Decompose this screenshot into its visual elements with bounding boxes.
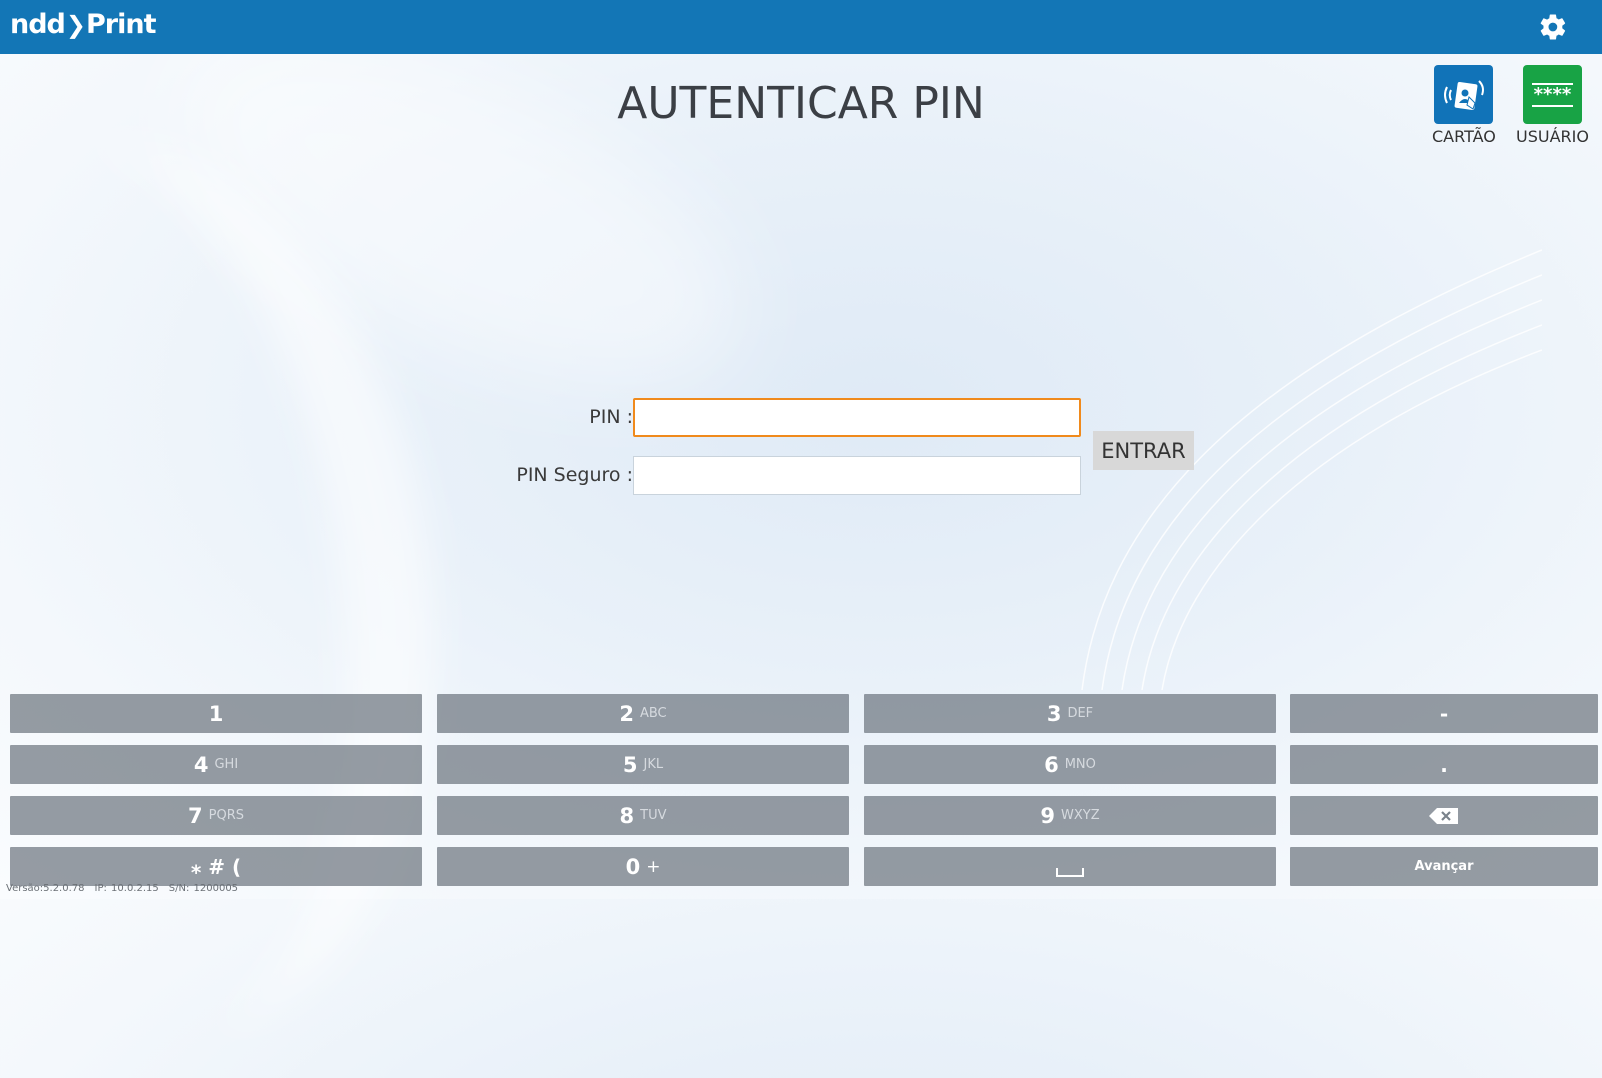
gear-icon[interactable] bbox=[1538, 12, 1568, 42]
ndd-print-logo: ndd❯Print bbox=[10, 9, 156, 40]
key-7[interactable]: 7 PQRS bbox=[10, 796, 422, 835]
key-digit: 3 bbox=[1046, 701, 1062, 726]
top-bar: ndd❯Print bbox=[0, 0, 1602, 54]
user-auth-button[interactable]: **** USUÁRIO bbox=[1516, 65, 1589, 146]
key-8[interactable]: 8 TUV bbox=[437, 796, 849, 835]
key-letters: ABC bbox=[639, 706, 667, 721]
key-digit: 9 bbox=[1040, 803, 1055, 828]
key-symbol: - bbox=[1439, 701, 1449, 726]
pin-input[interactable] bbox=[633, 398, 1081, 437]
pin-label: PIN : bbox=[589, 406, 633, 428]
pin-secure-input[interactable] bbox=[633, 456, 1081, 495]
key-symbol: . bbox=[1440, 752, 1448, 777]
key-6[interactable]: 6 MNO bbox=[864, 745, 1276, 784]
serial-text: S/N: 1200005 bbox=[168, 883, 239, 894]
key-4[interactable]: 4 GHI bbox=[10, 745, 422, 784]
key-letters: DEF bbox=[1067, 706, 1094, 721]
key-digit: 1 bbox=[208, 701, 224, 726]
key-9[interactable]: 9 WXYZ bbox=[864, 796, 1276, 835]
key-digit: 4 bbox=[193, 752, 209, 777]
logo-ndd-text: ndd bbox=[10, 9, 66, 40]
logo-print-text: Print bbox=[86, 9, 156, 40]
key-backspace[interactable] bbox=[1290, 796, 1598, 835]
key-1[interactable]: 1 bbox=[10, 694, 422, 733]
user-auth-label: USUÁRIO bbox=[1516, 127, 1589, 146]
key-digit: 8 bbox=[619, 803, 635, 828]
card-auth-label: CARTÃO bbox=[1432, 127, 1496, 146]
key-letters: WXYZ bbox=[1061, 808, 1100, 823]
card-reader-icon bbox=[1434, 65, 1494, 124]
page-title: AUTENTICAR PIN bbox=[617, 78, 985, 129]
key-symbol: ⁎ # ( bbox=[190, 854, 242, 879]
key-digit: 0 bbox=[625, 854, 641, 879]
key-letters: PQRS bbox=[208, 808, 244, 823]
version-text: Versão:5.2.0.78 bbox=[6, 883, 85, 894]
key-letters: + bbox=[646, 856, 661, 877]
key-advance-label: Avançar bbox=[1414, 859, 1474, 874]
space-icon bbox=[1056, 867, 1084, 877]
key-advance[interactable]: Avançar bbox=[1290, 847, 1598, 886]
pin-secure-label: PIN Seguro : bbox=[516, 464, 633, 486]
key-letters: MNO bbox=[1064, 757, 1096, 772]
key-digit: 7 bbox=[188, 803, 203, 828]
backspace-icon bbox=[1429, 807, 1458, 824]
key-symbols[interactable]: ⁎ # ( bbox=[10, 847, 422, 886]
key-dash[interactable]: - bbox=[1290, 694, 1598, 733]
key-digit: 6 bbox=[1044, 752, 1059, 777]
password-icon: **** bbox=[1522, 65, 1582, 124]
card-auth-button[interactable]: CARTÃO bbox=[1432, 65, 1496, 146]
footer-info: Versão:5.2.0.78 IP: 10.0.2.15 S/N: 1200005 bbox=[6, 883, 248, 894]
key-2[interactable]: 2 ABC bbox=[437, 694, 849, 733]
key-letters: JKL bbox=[643, 757, 664, 772]
key-5[interactable]: 5 JKL bbox=[437, 745, 849, 784]
key-letters: TUV bbox=[640, 808, 667, 823]
enter-button[interactable]: ENTRAR bbox=[1093, 431, 1194, 470]
key-space[interactable] bbox=[864, 847, 1276, 886]
key-3[interactable]: 3 DEF bbox=[864, 694, 1276, 733]
ip-text: IP: 10.0.2.15 bbox=[94, 883, 159, 894]
key-letters: GHI bbox=[214, 757, 239, 772]
logo-chevron-icon: ❯ bbox=[65, 11, 86, 39]
password-icon-text: **** bbox=[1531, 82, 1574, 107]
key-0[interactable]: 0 + bbox=[437, 847, 849, 886]
key-digit: 2 bbox=[619, 701, 634, 726]
key-dot[interactable]: . bbox=[1290, 745, 1598, 784]
key-digit: 5 bbox=[622, 752, 638, 777]
